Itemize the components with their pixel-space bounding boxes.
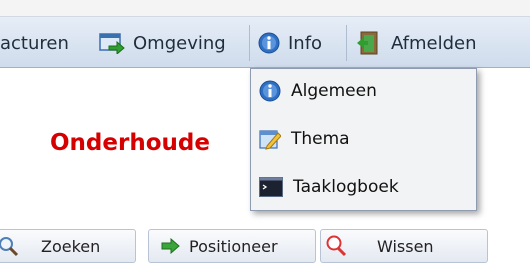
arrow-right-icon: [161, 238, 180, 254]
menu-item-taaklogboek[interactable]: Taaklogboek: [259, 171, 399, 203]
window-top-strip: [0, 0, 530, 16]
info-icon: [259, 80, 281, 102]
menu-item-algemeen[interactable]: Algemeen: [259, 75, 377, 107]
search-icon: [0, 237, 19, 257]
menu-item-label: Omgeving: [133, 32, 226, 54]
menu-item-info[interactable]: Info: [258, 17, 322, 69]
page-title: Onderhoude: [50, 130, 210, 156]
theme-edit-icon: [259, 130, 281, 150]
logout-door-icon: [357, 31, 378, 55]
menu-item-label: Taaklogboek: [293, 177, 399, 197]
menu-item-thema[interactable]: Thema: [259, 123, 350, 155]
menu-item-label: Info: [288, 32, 323, 54]
button-label: Wissen: [377, 236, 434, 256]
info-dropdown-menu: Algemeen Thema Taaklogboek: [250, 68, 477, 211]
position-button[interactable]: Positioneer: [148, 229, 316, 263]
info-icon: [258, 32, 280, 54]
menu-item-omgeving[interactable]: Omgeving: [99, 17, 226, 69]
search-button[interactable]: Zoeken: [0, 229, 136, 263]
button-label: Positioneer: [189, 236, 278, 256]
menu-item-label: acturen: [0, 32, 69, 54]
menu-separator: [346, 25, 347, 61]
clear-search-icon: [326, 235, 347, 257]
menu-item-label: Algemeen: [291, 81, 377, 101]
menu-item-label: Afmelden: [391, 32, 477, 54]
menu-item-afmelden[interactable]: Afmelden: [357, 17, 477, 69]
clear-button[interactable]: Wissen: [320, 229, 488, 263]
button-label: Zoeken: [41, 236, 101, 256]
menu-bar: acturen Omgeving Info Afmelden: [0, 16, 530, 68]
menu-item-label: Thema: [291, 129, 350, 149]
terminal-icon: [259, 177, 283, 197]
environment-arrow-icon: [99, 33, 125, 54]
menu-separator: [249, 25, 250, 61]
menu-item-facturen[interactable]: acturen: [0, 17, 69, 69]
